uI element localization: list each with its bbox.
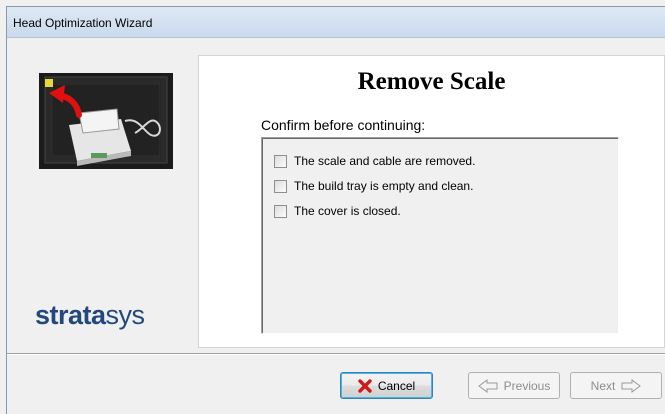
checkbox[interactable] bbox=[274, 154, 287, 168]
confirm-instructions: Confirm before continuing: bbox=[261, 117, 426, 133]
checklist-label: The scale and cable are removed. bbox=[294, 154, 476, 168]
title-bar[interactable]: Head Optimization Wizard bbox=[7, 7, 665, 38]
window-title: Head Optimization Wizard bbox=[13, 16, 153, 30]
previous-arrow-icon bbox=[477, 378, 498, 393]
stratasys-logo: stratasys bbox=[35, 300, 145, 330]
button-separator bbox=[7, 353, 665, 355]
checklist-item-cover-closed[interactable]: The cover is closed. bbox=[274, 203, 401, 219]
previous-button[interactable]: Previous bbox=[468, 372, 560, 399]
checklist-label: The cover is closed. bbox=[294, 204, 401, 218]
next-arrow-icon bbox=[621, 378, 642, 393]
content-panel: Remove Scale Confirm before continuing: … bbox=[198, 55, 665, 348]
checklist-item-scale-removed[interactable]: The scale and cable are removed. bbox=[274, 153, 475, 169]
cancel-button[interactable]: Cancel bbox=[340, 372, 433, 399]
scale-removal-photo bbox=[39, 73, 173, 169]
next-label: Next bbox=[590, 378, 616, 393]
page-title: Remove Scale bbox=[357, 68, 506, 95]
left-pane: stratasys bbox=[8, 39, 178, 347]
confirmation-checklist: The scale and cable are removed. The bui… bbox=[261, 137, 619, 334]
checklist-item-tray-empty[interactable]: The build tray is empty and clean. bbox=[274, 178, 473, 194]
next-button[interactable]: Next bbox=[570, 372, 662, 399]
checklist-label: The build tray is empty and clean. bbox=[294, 179, 474, 193]
red-x-icon bbox=[358, 378, 372, 393]
previous-label: Previous bbox=[503, 378, 551, 393]
wizard-window: Head Optimization Wizard stratasys Remov… bbox=[6, 6, 665, 414]
checkbox[interactable] bbox=[274, 179, 287, 193]
checkbox[interactable] bbox=[274, 204, 287, 218]
cancel-label: Cancel bbox=[377, 378, 416, 393]
